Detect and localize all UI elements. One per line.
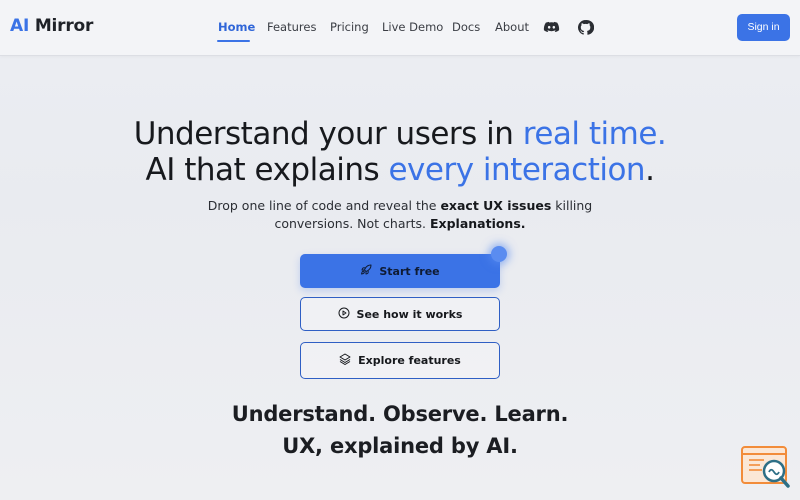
cursor-glow-indicator <box>491 246 507 262</box>
headline-accent-real-time: real time. <box>522 116 667 152</box>
hero-headline-line1: Understand your users in real time. <box>0 116 800 152</box>
see-how-label: See how it works <box>356 307 463 321</box>
brand-logo[interactable]: AI Mirror <box>10 16 93 36</box>
headline-line1-text: Understand your users in <box>133 116 523 152</box>
layers-icon <box>339 353 351 368</box>
subtitle-text-2: killing <box>551 198 593 213</box>
active-nav-indicator <box>217 40 250 42</box>
brand-ai: AI <box>10 16 30 36</box>
magnifier-window-icon <box>741 446 790 488</box>
tagline-line2: UX, explained by AI. <box>282 434 518 458</box>
nav-docs[interactable]: Docs <box>452 20 480 34</box>
chat-widget-button[interactable] <box>740 444 792 490</box>
start-free-label: Start free <box>379 264 440 278</box>
brand-mirror: Mirror <box>34 16 94 36</box>
subtitle-text-3: conversions. Not charts. <box>274 216 430 231</box>
see-how-it-works-button[interactable]: See how it works <box>300 297 500 331</box>
github-icon[interactable] <box>577 19 595 36</box>
start-free-button[interactable]: Start free <box>300 254 500 288</box>
rocket-icon <box>360 263 372 279</box>
nav-features[interactable]: Features <box>267 20 316 34</box>
headline-line2-period: . <box>645 152 655 188</box>
explore-label: Explore features <box>358 354 461 367</box>
nav-pricing[interactable]: Pricing <box>330 20 369 34</box>
hero-subtitle: Drop one line of code and reveal the exa… <box>0 197 800 233</box>
subtitle-text-1: Drop one line of code and reveal the <box>207 198 441 213</box>
nav-live-demo[interactable]: Live Demo <box>382 20 443 34</box>
hero-headline-line2: AI that explains every interaction. <box>0 152 800 188</box>
explore-features-button[interactable]: Explore features <box>300 342 500 379</box>
headline-accent-every-interaction: every interaction <box>388 152 646 188</box>
nav-about[interactable]: About <box>495 20 529 34</box>
sign-in-button[interactable]: Sign in <box>737 14 790 41</box>
subtitle-bold-explanations: Explanations. <box>429 216 526 231</box>
tagline-line1: Understand. Observe. Learn. <box>231 402 569 426</box>
top-navbar: AI Mirror Home Features Pricing Live Dem… <box>0 0 800 56</box>
headline-line2-text: AI that explains <box>145 152 389 188</box>
nav-home[interactable]: Home <box>218 20 255 34</box>
discord-icon[interactable] <box>543 19 560 36</box>
play-circle-icon <box>338 307 350 322</box>
subtitle-bold-ux-issues: exact UX issues <box>440 198 552 213</box>
